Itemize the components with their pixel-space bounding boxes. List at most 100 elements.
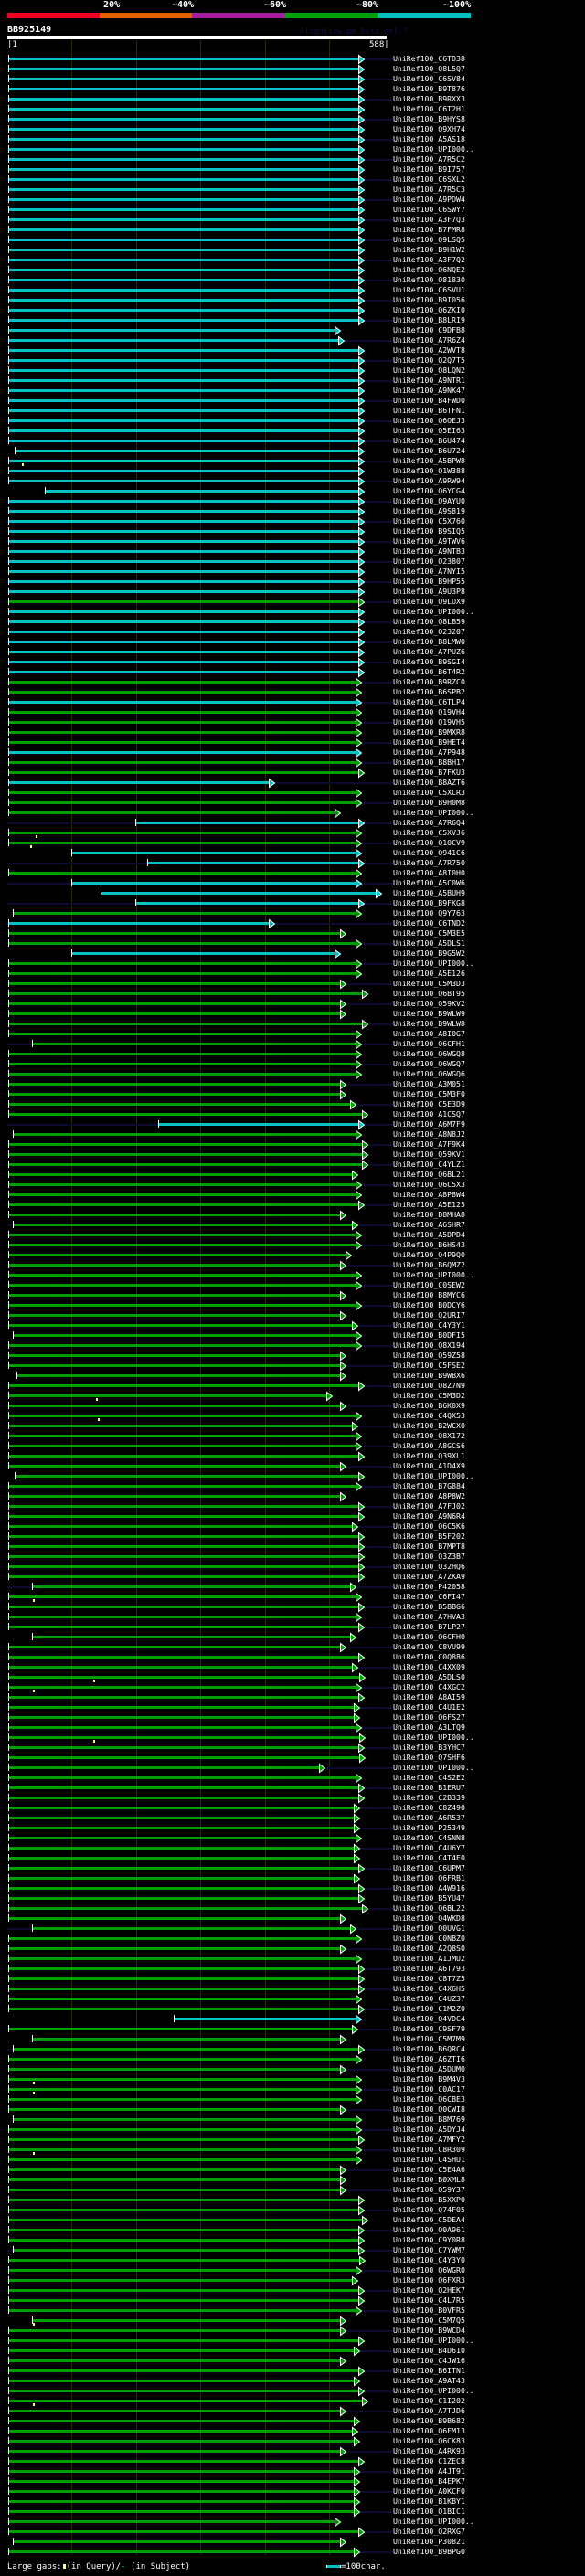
hit-label-link[interactable]: UniRef100_B9M4V3 [393, 2074, 465, 2083]
hit-bar[interactable] [7, 1304, 356, 1307]
hit-bar[interactable] [7, 1435, 356, 1437]
hit-bar[interactable] [7, 339, 339, 342]
hit-label-link[interactable]: UniRef100_Q6YCG4 [393, 486, 465, 495]
hit-label-link[interactable]: UniRef100_P42058 [393, 1582, 465, 1591]
hit-label-link[interactable]: UniRef100_Q1W388 [393, 466, 465, 475]
hit-label-link[interactable]: UniRef100_A7PUZ6 [393, 647, 465, 656]
hit-bar[interactable] [7, 801, 356, 804]
hit-label-link[interactable]: UniRef100_P25349 [393, 1823, 465, 1832]
hit-label-link[interactable]: UniRef100_Q59KV2 [393, 999, 465, 1008]
hit-bar[interactable] [7, 1073, 356, 1076]
hit-label-link[interactable]: UniRef100_B7FMR8 [393, 225, 465, 234]
hit-bar[interactable] [7, 1706, 355, 1709]
hit-label-link[interactable]: UniRef100_A8P8W4 [393, 1190, 465, 1199]
hit-bar[interactable] [7, 2289, 359, 2292]
hit-label-link[interactable]: UniRef100_UPI000.. [393, 1471, 474, 1480]
hit-bar[interactable] [7, 2500, 355, 2503]
hit-label-link[interactable]: UniRef100_B9BPG0 [393, 2547, 465, 2556]
hit-label-link[interactable]: UniRef100_Q9LSQ5 [393, 235, 465, 244]
hit-bar[interactable] [7, 1103, 351, 1106]
hit-bar[interactable] [7, 1093, 341, 1096]
hit-bar[interactable] [7, 2219, 363, 2221]
hit-label-link[interactable]: UniRef100_Q2HEK7 [393, 2285, 465, 2295]
hit-bar[interactable] [7, 68, 359, 70]
hit-label-link[interactable]: UniRef100_C0Q886 [393, 1652, 465, 1661]
hit-bar[interactable] [7, 1756, 361, 1759]
hit-label-link[interactable]: UniRef100_Q6WGQ6 [393, 1069, 465, 1078]
hit-bar[interactable] [7, 2028, 353, 2030]
hit-bar[interactable] [7, 1465, 341, 1468]
hit-label-link[interactable]: UniRef100_A7P948 [393, 747, 465, 757]
hit-label-link[interactable]: UniRef100_B5YU47 [393, 1893, 465, 1903]
hit-label-link[interactable]: UniRef100_C1M2Z0 [393, 2004, 465, 2013]
hit-bar[interactable] [7, 560, 359, 563]
hit-bar[interactable] [7, 610, 359, 613]
hit-bar[interactable] [7, 1897, 359, 1900]
hit-label-link[interactable]: UniRef100_C1ZEC8 [393, 2456, 465, 2465]
hit-bar[interactable] [7, 1324, 353, 1327]
hit-bar[interactable] [7, 721, 356, 724]
hit-label-link[interactable]: UniRef100_B9T876 [393, 84, 465, 93]
hit-label-link[interactable]: UniRef100_C5X760 [393, 516, 465, 525]
hit-bar[interactable] [7, 299, 359, 302]
hit-label-link[interactable]: UniRef100_A9U3P8 [393, 587, 465, 596]
hit-label-link[interactable]: UniRef100_C4U1E2 [393, 1702, 465, 1712]
hit-bar[interactable] [7, 2400, 363, 2402]
hit-bar[interactable] [7, 1535, 359, 1538]
hit-label-link[interactable]: UniRef100_C5M3F0 [393, 1089, 465, 1098]
hit-bar[interactable] [7, 1163, 363, 1166]
hit-label-link[interactable]: UniRef100_B8BH17 [393, 758, 465, 767]
hit-bar[interactable] [7, 2339, 359, 2342]
hit-bar[interactable] [7, 992, 363, 995]
hit-label-link[interactable]: UniRef100_A4W916 [393, 1883, 465, 1892]
hit-label-link[interactable]: UniRef100_A9NTR1 [393, 376, 465, 385]
hit-bar[interactable] [7, 239, 359, 241]
hit-bar[interactable] [7, 1193, 356, 1196]
hit-label-link[interactable]: UniRef100_Q8Z7N9 [393, 1381, 465, 1390]
hit-bar[interactable] [7, 530, 359, 533]
hit-bar[interactable] [7, 1947, 341, 1950]
hit-label-link[interactable]: UniRef100_A9S819 [393, 506, 465, 515]
hit-label-link[interactable]: UniRef100_B9HET4 [393, 737, 465, 747]
hit-bar[interactable] [135, 822, 359, 824]
hit-label-link[interactable]: UniRef100_C6UPM7 [393, 1863, 465, 1872]
hit-bar[interactable] [7, 570, 359, 573]
hit-label-link[interactable]: UniRef100_B9MXR8 [393, 727, 465, 737]
hit-label-link[interactable]: UniRef100_A3LTQ9 [393, 1723, 465, 1732]
hit-bar[interactable] [7, 1294, 341, 1297]
hit-label-link[interactable]: UniRef100_C1I202 [393, 2396, 465, 2405]
hit-bar[interactable] [7, 731, 356, 734]
hit-label-link[interactable]: UniRef100_C4JW16 [393, 2356, 465, 2365]
hit-bar[interactable] [7, 1937, 356, 1940]
hit-label-link[interactable]: UniRef100_C4Y3Y1 [393, 1320, 465, 1330]
hit-label-link[interactable]: UniRef100_B9RZC0 [393, 677, 465, 686]
hit-bar[interactable] [7, 2430, 353, 2433]
hit-label-link[interactable]: UniRef100_B7G884 [393, 1481, 465, 1490]
hit-bar[interactable] [7, 1244, 356, 1246]
hit-bar[interactable] [7, 289, 359, 292]
hit-label-link[interactable]: UniRef100_C9Y0R8 [393, 2235, 465, 2244]
hit-bar[interactable] [7, 2158, 356, 2161]
hit-label-link[interactable]: UniRef100_C5DEA4 [393, 2215, 465, 2224]
hit-label-link[interactable]: UniRef100_Q6FS27 [393, 1712, 465, 1722]
hit-bar[interactable] [7, 1887, 359, 1890]
hit-label-link[interactable]: UniRef100_C5E4A6 [393, 2165, 465, 2174]
hit-bar[interactable] [7, 2138, 359, 2141]
hit-bar[interactable] [7, 1807, 355, 1809]
hit-bar[interactable] [7, 1394, 328, 1397]
hit-label-link[interactable]: UniRef100_A2WVT8 [393, 345, 465, 355]
hit-label-link[interactable]: UniRef100_B9FKG8 [393, 898, 465, 907]
hit-bar[interactable] [7, 1857, 355, 1860]
hit-bar[interactable] [7, 691, 356, 694]
hit-label-link[interactable]: UniRef100_UPI000.. [393, 1763, 474, 1772]
hit-bar[interactable] [7, 148, 359, 151]
hit-bar[interactable] [7, 349, 359, 352]
hit-label-link[interactable]: UniRef100_B9H1W2 [393, 245, 465, 254]
hit-label-link[interactable]: UniRef100_A7R5C3 [393, 185, 465, 194]
hit-label-link[interactable]: UniRef100_A9NTB3 [393, 546, 465, 556]
hit-label-link[interactable]: UniRef100_C6TND2 [393, 918, 465, 928]
hit-bar[interactable] [7, 1274, 356, 1277]
hit-label-link[interactable]: UniRef100_B8LMW0 [393, 637, 465, 646]
hit-label-link[interactable]: UniRef100_A7HVA3 [393, 1612, 465, 1621]
hit-bar[interactable] [7, 118, 359, 121]
